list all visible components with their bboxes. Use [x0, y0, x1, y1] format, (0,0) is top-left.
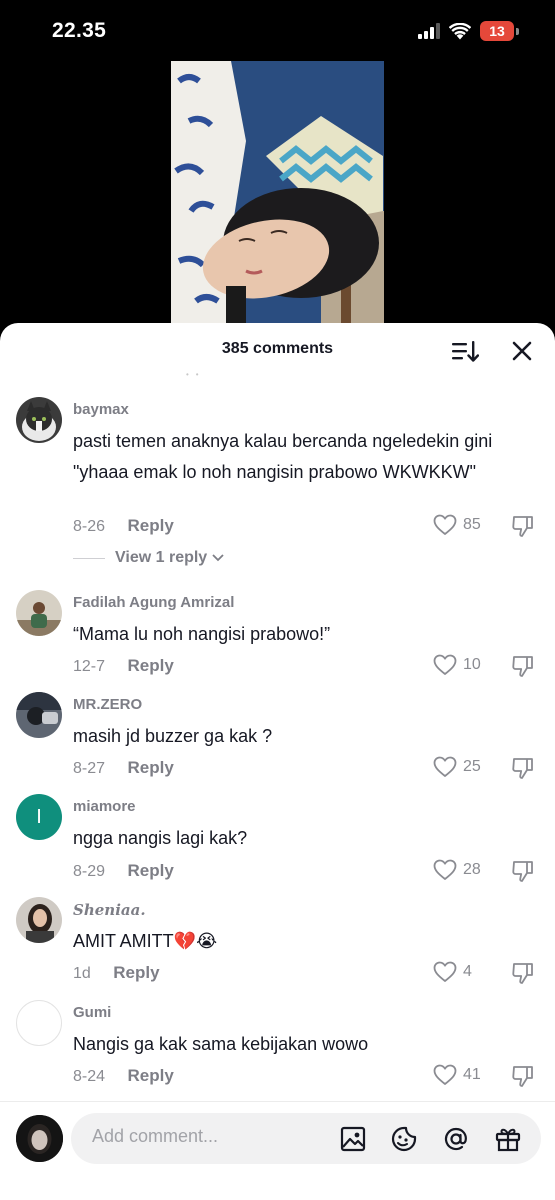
comment-meta: 8-24 Reply [73, 1066, 174, 1086]
comment-date: 12-7 [73, 658, 106, 675]
heart-icon [433, 654, 457, 675]
like-button[interactable]: 28 [433, 859, 481, 881]
avatar[interactable] [16, 1000, 62, 1046]
heart-icon [433, 961, 457, 982]
avatar[interactable] [16, 397, 62, 443]
comment-date: 8-29 [73, 863, 106, 880]
comment-meta: 8-27 Reply [73, 758, 174, 778]
comment-date: 1d [73, 965, 91, 982]
like-count: 4 [463, 963, 472, 980]
like-button[interactable]: 4 [433, 961, 472, 983]
comment-date: 8-26 [73, 518, 106, 535]
comment-date: 8-27 [73, 760, 106, 777]
dislike-icon[interactable] [511, 1064, 535, 1088]
comment-meta: 1d Reply [73, 963, 160, 983]
dislike-icon[interactable] [511, 654, 535, 678]
like-count: 28 [463, 861, 481, 878]
view-replies-label: View 1 reply [115, 549, 208, 566]
status-icons: 13 [418, 21, 519, 41]
comment-text: ngga nangis lagi kak? [73, 828, 248, 848]
like-button[interactable]: 41 [433, 1064, 481, 1086]
reply-button[interactable]: Reply [127, 516, 173, 536]
like-count: 41 [463, 1066, 481, 1083]
dislike-icon[interactable] [511, 514, 535, 538]
status-time: 22.35 [52, 19, 107, 42]
avatar[interactable] [16, 692, 62, 738]
gift-icon[interactable] [494, 1125, 522, 1153]
comment-meta: 8-26 Reply [73, 516, 174, 536]
comment-input-bar [0, 1101, 555, 1200]
like-button[interactable]: 10 [433, 654, 481, 676]
comment-text: AMIT AMITT💔😭 [73, 931, 218, 951]
comment-username[interactable]: Sheniaa. [73, 901, 146, 919]
sort-icon[interactable] [451, 338, 479, 364]
mention-icon[interactable] [442, 1125, 470, 1153]
comment-input-pill [71, 1113, 541, 1164]
heart-icon [433, 1064, 457, 1085]
image-icon[interactable] [339, 1125, 367, 1153]
comment-username[interactable]: baymax [73, 401, 129, 418]
wifi-icon [449, 22, 471, 39]
like-button[interactable]: 85 [433, 514, 481, 536]
emoji-icon[interactable] [390, 1125, 418, 1153]
like-count: 25 [463, 758, 481, 775]
heart-icon [433, 859, 457, 880]
comment-text: “Mama lu noh nangisi prabowo!” [73, 624, 331, 644]
comment-username[interactable]: Fadilah Agung Amrizal [73, 594, 234, 611]
heart-icon [433, 756, 457, 777]
reply-button[interactable]: Reply [127, 656, 173, 676]
sheet-header: 385 comments •• [0, 323, 555, 379]
battery-indicator: 13 [480, 21, 519, 41]
chevron-down-icon [212, 554, 224, 562]
comment-text: pasti temen anaknya kalau bercanda ngele… [73, 431, 493, 482]
dislike-icon[interactable] [511, 756, 535, 780]
comment-date: 8-24 [73, 1068, 106, 1085]
like-count: 85 [463, 516, 481, 533]
video-frame-image [171, 61, 384, 326]
battery-tip [516, 27, 519, 35]
reply-button[interactable]: Reply [127, 1066, 173, 1086]
comment-meta: 12-7 Reply [73, 656, 174, 676]
view-replies-button[interactable]: View 1 reply [73, 549, 225, 567]
reply-button[interactable]: Reply [127, 758, 173, 778]
status-bar: 22.35 13 [0, 0, 555, 62]
dislike-icon[interactable] [511, 859, 535, 883]
reply-button[interactable]: Reply [127, 861, 173, 881]
video-thumbnail[interactable] [171, 61, 384, 326]
comment-text: Nangis ga kak sama kebijakan wowo [73, 1034, 369, 1054]
my-avatar[interactable] [16, 1115, 63, 1162]
comment-text: masih jd buzzer ga kak ? [73, 726, 273, 746]
divider-line [73, 557, 105, 559]
close-icon[interactable] [509, 338, 535, 364]
avatar[interactable] [16, 590, 62, 636]
avatar[interactable] [16, 897, 62, 943]
comment-username[interactable]: Gumi [73, 1004, 111, 1021]
dislike-icon[interactable] [511, 961, 535, 985]
battery-level: 13 [480, 21, 514, 41]
comment-meta: 8-29 Reply [73, 861, 174, 881]
cellular-signal-icon [418, 23, 440, 39]
avatar[interactable]: I [16, 794, 62, 840]
heart-icon [433, 514, 457, 535]
comment-input[interactable] [92, 1126, 332, 1147]
screen: 22.35 13 385 comments •• baymax pasti te… [0, 0, 555, 1200]
like-count: 10 [463, 656, 481, 673]
reply-button[interactable]: Reply [113, 963, 159, 983]
like-button[interactable]: 25 [433, 756, 481, 778]
comment-username[interactable]: miamore [73, 798, 136, 815]
comment-username[interactable]: MR.ZERO [73, 696, 142, 713]
drag-handle-dots: •• [186, 370, 206, 379]
